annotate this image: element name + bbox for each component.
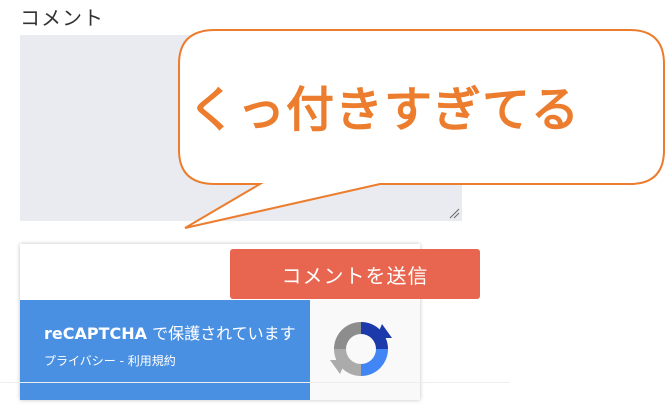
privacy-link[interactable]: プライバシー [44, 354, 116, 368]
recaptcha-logo-icon [330, 322, 392, 376]
link-separator: - [115, 354, 128, 368]
comment-label: コメント [20, 6, 104, 30]
recaptcha-brand: reCAPTCHA [44, 324, 148, 343]
terms-link[interactable]: 利用規約 [128, 354, 176, 368]
callout-text: くっ付きすぎてる [188, 82, 581, 138]
recaptcha-badge: reCAPTCHA で保護されています プライバシー - 利用規約 [20, 300, 310, 400]
divider [0, 382, 510, 383]
resize-handle-icon[interactable] [449, 208, 460, 219]
recaptcha-logo-area [310, 300, 420, 400]
recaptcha-links: プライバシー - 利用規約 [44, 352, 176, 369]
recaptcha-title: reCAPTCHA で保護されています [44, 320, 296, 344]
submit-comment-button[interactable]: コメントを送信 [230, 249, 480, 299]
recaptcha-protected-text: で保護されています [147, 324, 296, 343]
